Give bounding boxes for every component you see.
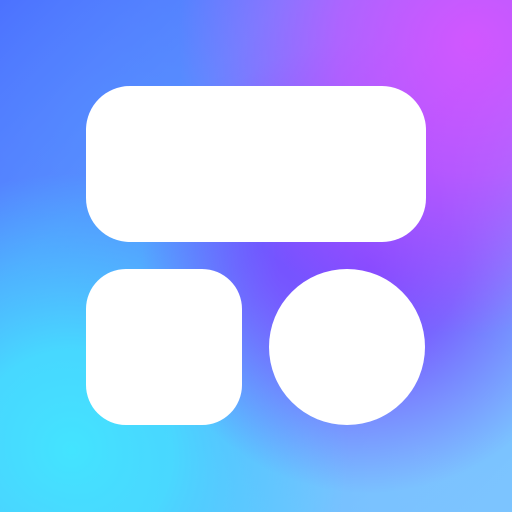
widget-app-icon[interactable]: [0, 0, 512, 512]
square-widget-block: [86, 269, 242, 425]
wide-widget-block: [86, 86, 426, 242]
circular-widget-block: [269, 269, 425, 425]
